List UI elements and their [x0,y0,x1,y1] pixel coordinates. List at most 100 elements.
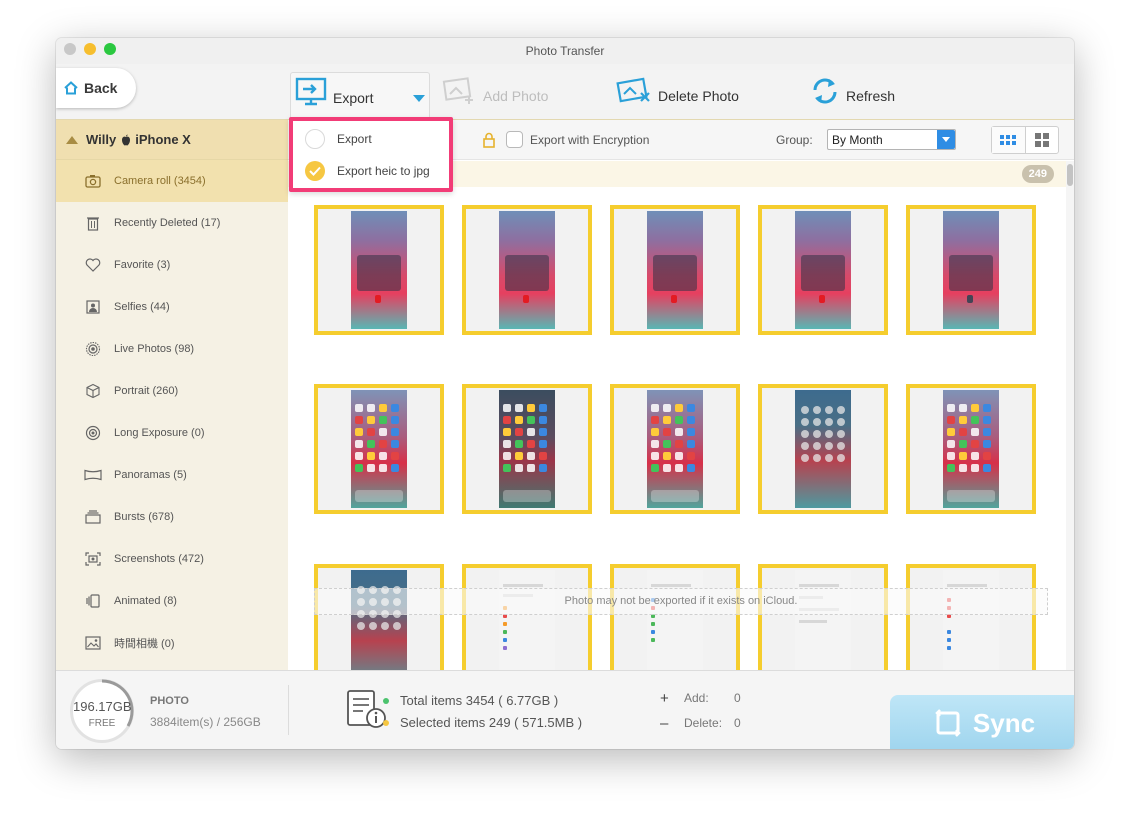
sidebar-item[interactable]: Animated (8) [56,580,288,622]
window-title: Photo Transfer [525,44,605,58]
delete-photo-icon [616,77,650,103]
large-grid-view-button[interactable] [1026,127,1059,153]
sidebar-item[interactable]: 時間相機 (0) [56,622,288,664]
group-label: Group: [776,133,813,147]
live-icon [84,340,102,358]
sync-button[interactable]: Sync [890,695,1074,749]
sidebar-item-label: Camera roll (3454) [114,175,206,187]
photo-thumbnail[interactable] [906,205,1036,335]
plus-icon: + [660,690,669,707]
device-header[interactable]: Willy iPhone X [56,120,288,160]
sidebar-item-label: Selfies (44) [114,301,170,313]
home-icon [64,81,78,95]
sidebar-item[interactable]: Selfies (44) [56,286,288,328]
photo-thumbnail[interactable] [758,205,888,335]
cube-icon [84,382,102,400]
camera-icon [84,172,102,190]
collapse-triangle-icon[interactable] [66,135,78,144]
sidebar-item-label: Bursts (678) [114,511,174,523]
menu-item-export[interactable]: Export [293,124,449,154]
menu-item-heic-label: Export heic to jpg [337,164,430,178]
photo-thumbnail[interactable] [906,564,1036,670]
add-photo-icon [442,77,473,104]
sync-label: Sync [972,707,1036,738]
trash-icon [84,214,102,232]
export-button[interactable]: Export [290,72,430,120]
photo-thumbnail[interactable] [462,205,592,335]
sidebar-item[interactable]: Live Photos (98) [56,328,288,370]
photo-thumbnail[interactable] [758,564,888,670]
sidebar-item[interactable]: Recently Deleted (17) [56,202,288,244]
photo-thumbnail[interactable] [758,384,888,514]
divider [288,685,289,735]
sidebar-item-label: Animated (8) [114,595,177,607]
radio-unchecked-icon[interactable] [305,129,325,149]
titlebar: Photo Transfer [56,38,1074,64]
minus-icon: – [660,715,669,732]
sidebar-item-label: Screenshots (472) [114,553,204,565]
back-button[interactable]: Back [56,68,136,108]
icloud-notice: Photo may not be exported if it exists o… [314,588,1048,615]
document-info-icon [347,690,386,728]
add-label: Add: [684,691,709,705]
exposure-icon [84,424,102,442]
delete-photo-button[interactable]: Delete Photo [616,76,739,106]
main-panel: Export with Encryption Group: By Month 2… [288,120,1074,670]
sidebar-item-label: Live Photos (98) [114,343,195,355]
encryption-label: Export with Encryption [530,133,650,147]
encryption-checkbox[interactable] [506,131,523,148]
sidebar-item[interactable]: Bursts (678) [56,496,288,538]
add-photo-label: Add Photo [483,88,549,104]
selected-items-text: Selected items 249 ( 571.5MB ) [400,715,583,730]
photo-thumbnail[interactable] [906,384,1036,514]
heart-icon [84,256,102,274]
toolbar: Back Export Add Photo Delete Photo Refre… [56,64,1074,120]
export-label: Export [333,90,374,106]
sidebar-item[interactable]: Portrait (260) [56,370,288,412]
sidebar-item[interactable]: Long Exposure (0) [56,412,288,454]
view-toggle [991,126,1059,154]
group-select[interactable]: By Month [827,129,956,150]
photo-thumbnail[interactable] [610,205,740,335]
category-title: PHOTO [150,695,189,707]
photo-thumbnail[interactable] [462,564,592,670]
chevron-down-icon[interactable] [413,95,425,102]
sync-icon [935,709,961,737]
photo-thumbnail[interactable] [462,384,592,514]
refresh-button[interactable]: Refresh [810,76,895,106]
sidebar-item[interactable]: Panoramas (5) [56,454,288,496]
small-grid-view-button[interactable] [992,127,1026,153]
sidebar-item[interactable]: Favorite (3) [56,244,288,286]
sidebar-item[interactable]: Screenshots (472) [56,538,288,580]
sidebar: Willy iPhone X Camera roll (3454) Recentl… [56,120,288,670]
menu-item-export-heic-to-jpg[interactable]: Export heic to jpg [293,156,449,186]
sidebar-item-label: Favorite (3) [114,259,171,271]
scrollbar-thumb[interactable] [1067,164,1073,186]
photo-thumbnail[interactable] [314,205,444,335]
photo-thumbnail[interactable] [314,384,444,514]
storage-free-label: FREE [88,718,116,729]
selected-bullet [383,720,389,726]
sidebar-item-label: Recently Deleted (17) [114,217,221,229]
photo-thumbnail[interactable] [610,384,740,514]
export-dropdown-menu: Export Export heic to jpg [289,117,453,192]
photo-thumbnail[interactable] [314,564,444,670]
device-model: iPhone X [135,132,191,147]
add-photo-button[interactable]: Add Photo [441,76,548,106]
radio-checked-icon[interactable] [305,161,325,181]
refresh-icon [813,78,837,104]
small-grid-icon [1000,135,1017,145]
device-name: Willy [86,132,117,147]
total-items-text: Total items 3454 ( 6.77GB ) [400,693,559,708]
scrollbar[interactable] [1066,161,1074,670]
apple-icon [122,134,131,145]
status-bar: 196.17GB FREE PHOTO 3884item(s) / 256GB … [56,670,1074,749]
sidebar-item[interactable]: Camera roll (3454) [56,160,288,202]
sidebar-item-label: Long Exposure (0) [114,427,205,439]
album-list: Camera roll (3454) Recently Deleted (17) F… [56,160,288,664]
select-arrow-icon[interactable] [937,130,955,149]
delete-label: Delete: [684,716,723,730]
photo-thumbnail[interactable] [610,564,740,670]
selected-items: Selected items 249 ( 571.5MB ) [383,715,583,730]
sidebar-item-label: 時間相機 (0) [114,638,175,650]
